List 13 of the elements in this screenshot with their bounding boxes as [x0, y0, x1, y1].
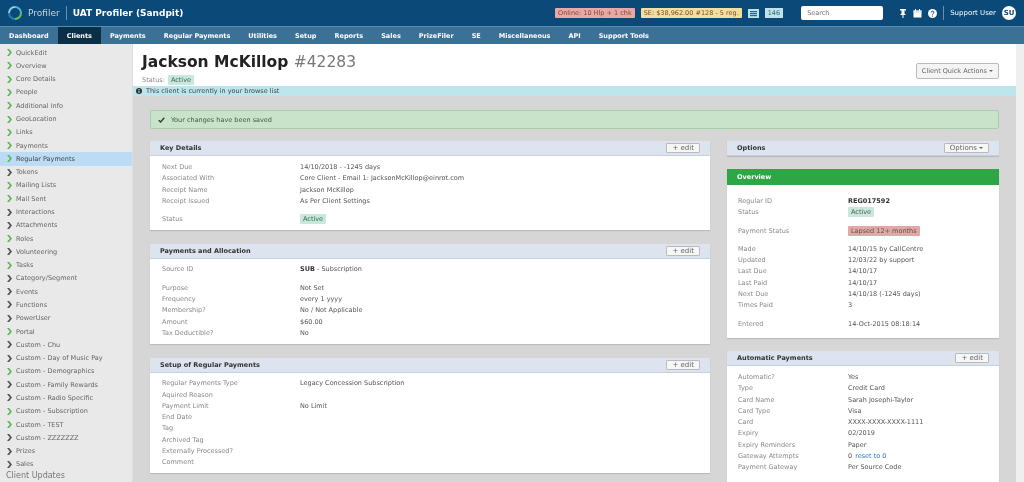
help-icon[interactable]: [928, 8, 938, 18]
list-icon[interactable]: [747, 8, 759, 18]
pin-icon[interactable]: [899, 8, 908, 18]
logo-icon: [8, 6, 22, 20]
check-icon: [158, 116, 165, 123]
caret-icon: [979, 147, 983, 150]
section-heading: Client Updates: [5, 471, 66, 480]
brand-name[interactable]: Profiler: [28, 8, 60, 18]
app-title: UAT Profiler (Sandpit): [72, 8, 184, 18]
client-name: Jackson McKillop: [142, 53, 289, 71]
calendar-icon[interactable]: [913, 8, 923, 18]
caret-icon: [989, 70, 993, 73]
client-number: #42283: [293, 53, 357, 71]
